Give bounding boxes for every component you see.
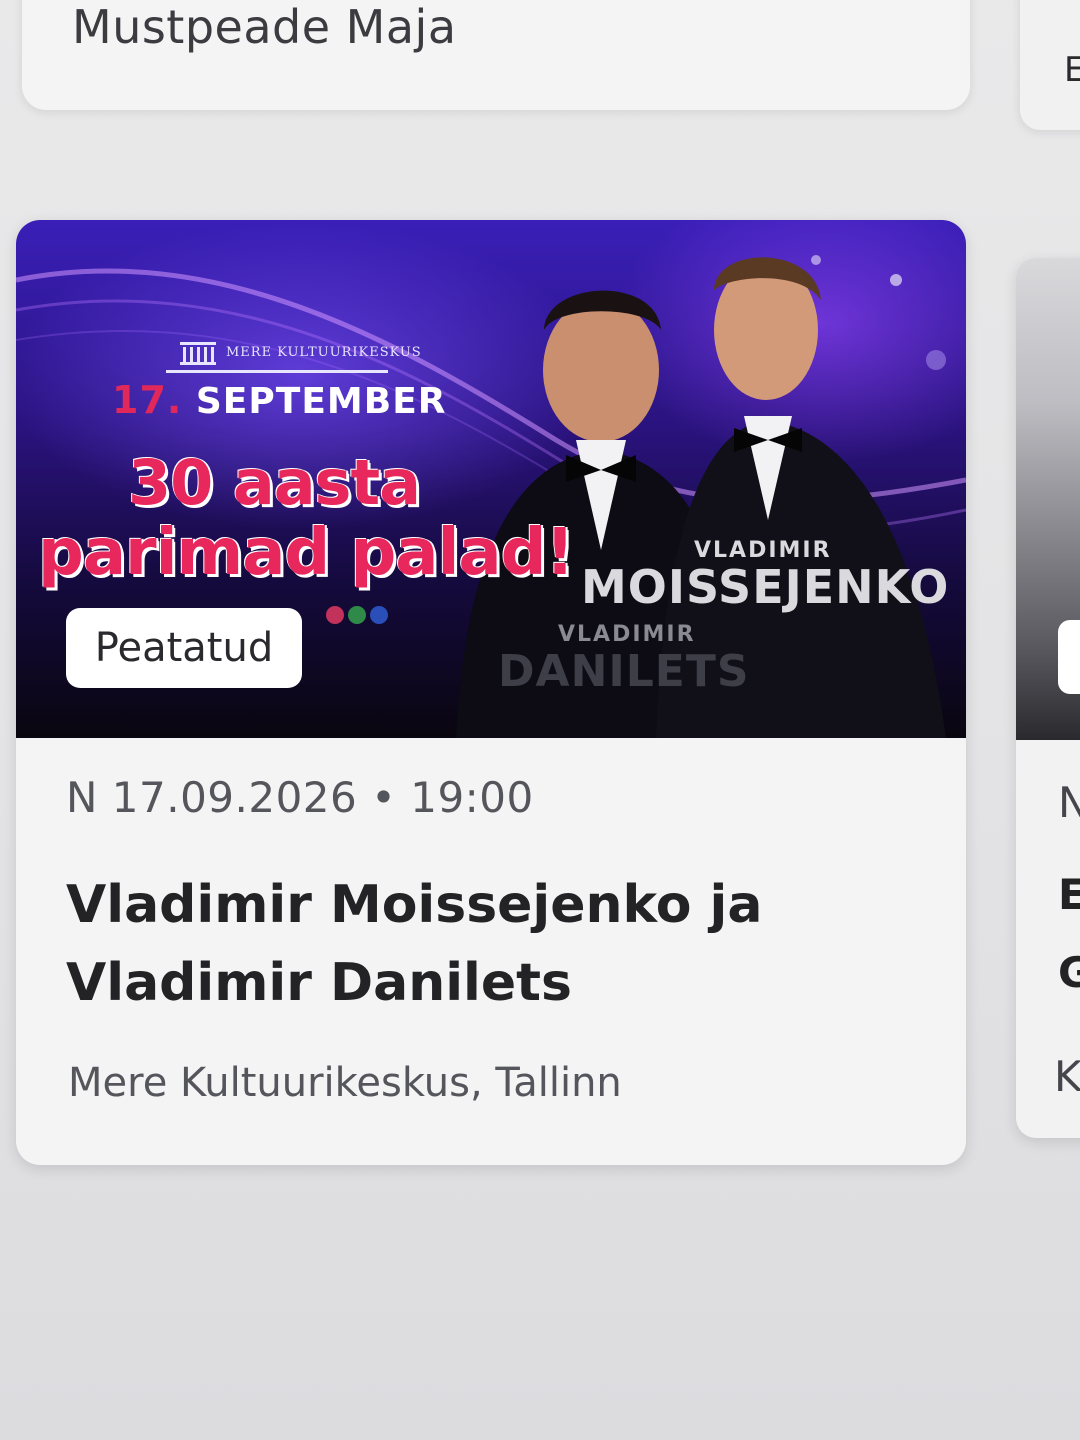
building-icon (180, 342, 216, 365)
partner-logo-dot (348, 606, 366, 624)
next-event-card[interactable] (1016, 258, 1080, 1138)
banner-date-month: SEPTEMBER (195, 381, 447, 422)
logo-divider (166, 370, 388, 373)
artist2-first-name: VLADIMIR (558, 622, 696, 647)
event-banner-image: MERE KULTUURIKESKUS 17. SEPTEMBER 30 aas… (16, 220, 966, 738)
artist1-last-name: MOISSEJENKO (581, 560, 950, 614)
event-title[interactable]: Vladimir Moissejenko ja Vladimir Danilet… (66, 866, 886, 1022)
event-datetime: N 17.09.2026 • 19:00 (66, 773, 534, 822)
previous-event-venue: Mustpeade Maja (72, 0, 457, 54)
next-event-venue: K (1054, 1052, 1080, 1101)
event-venue: Mere Kultuurikeskus, Tallinn (68, 1060, 622, 1106)
artist2-last-name: DANILETS (498, 646, 750, 697)
venue-logo-text: MERE KULTUURIKESKUS (226, 344, 422, 360)
previous-right-card-text: E (1064, 50, 1080, 90)
next-event-status-badge (1058, 620, 1080, 694)
event-card[interactable]: MERE KULTUURIKESKUS 17. SEPTEMBER 30 aas… (16, 220, 966, 1165)
banner-slogan-line1: 30 aasta (128, 446, 421, 519)
next-event-title-line1: E (1058, 870, 1080, 919)
banner-date-day: 17. (112, 378, 183, 422)
banner-slogan-line2: parimad palad! (38, 516, 575, 590)
status-badge: Peatatud (66, 608, 302, 688)
partner-logos (326, 606, 388, 624)
next-event-title-line2: G (1058, 948, 1080, 997)
next-event-datetime: N (1058, 778, 1080, 827)
partner-logo-dot (370, 606, 388, 624)
venue-logo: MERE KULTUURIKESKUS (178, 338, 422, 366)
partner-logo-dot (326, 606, 344, 624)
banner-date: 17. SEPTEMBER (112, 378, 447, 422)
